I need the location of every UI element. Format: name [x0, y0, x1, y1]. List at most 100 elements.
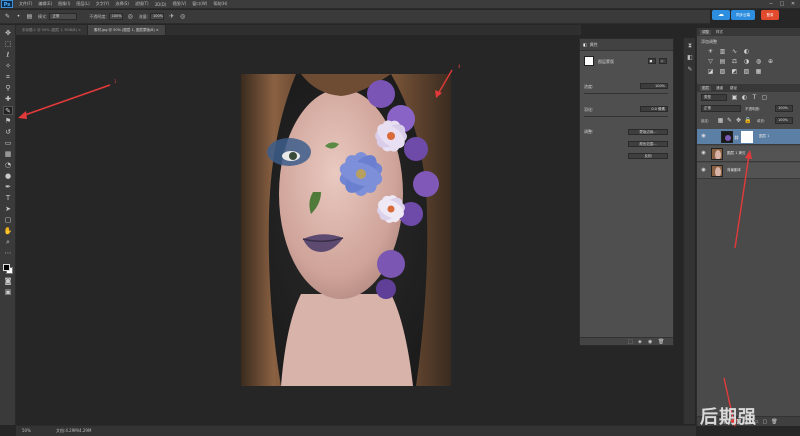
density-slider[interactable] [584, 93, 668, 94]
hue-saturation-icon[interactable]: ▤ [719, 58, 726, 65]
brightness-icon[interactable]: ☀ [707, 48, 714, 55]
eraser-tool-icon[interactable]: ▭ [3, 139, 13, 148]
tab-styles[interactable]: 样式 [714, 30, 725, 35]
layer-name[interactable]: 图层 1 拷贝 [727, 151, 745, 156]
brush-panel-icon[interactable]: ▤ [26, 13, 33, 20]
mode-select[interactable]: 正常 [49, 13, 78, 20]
tab-paths[interactable]: 路径 [728, 86, 739, 91]
zoom-tool-icon[interactable]: ⌕ [3, 238, 13, 247]
visibility-eye-icon[interactable]: ◉ [700, 133, 707, 140]
screen-mode-icon[interactable]: ▣ [3, 288, 13, 297]
lock-position-icon[interactable]: ✥ [735, 117, 742, 124]
visibility-icon[interactable]: ◉ [648, 339, 652, 345]
gradient-map-icon[interactable]: ▦ [755, 68, 762, 75]
black-white-icon[interactable]: ◑ [743, 58, 750, 65]
layer-row[interactable]: ◉ ⛓ 图层 1 [697, 129, 800, 145]
zoom-level[interactable]: 50% [22, 428, 31, 433]
menu-type[interactable]: 文字(Y) [96, 1, 110, 7]
clone-stamp-tool-icon[interactable]: ⚑ [3, 117, 13, 126]
foreground-color-swatch[interactable] [3, 264, 10, 271]
dodge-tool-icon[interactable]: ● [3, 172, 13, 181]
layer-name[interactable]: 图层 1 [759, 134, 769, 139]
layer-opacity-input[interactable]: 100% [775, 105, 793, 112]
close-button[interactable]: ✕ [789, 1, 797, 7]
move-tool-icon[interactable]: ✥ [3, 29, 13, 38]
layer-name[interactable]: 背景副本 [727, 168, 741, 173]
healing-brush-tool-icon[interactable]: ✚ [3, 95, 13, 104]
vibrance-icon[interactable]: ▽ [707, 58, 714, 65]
path-select-tool-icon[interactable]: ➤ [3, 205, 13, 214]
brush-panel-icon[interactable]: ✎ [686, 66, 694, 74]
lock-pixels-icon[interactable]: ▦ [717, 117, 724, 124]
filter-shape-icon[interactable]: ▢ [761, 94, 768, 101]
history-panel-icon[interactable]: ⧗ [686, 42, 694, 50]
fill-input[interactable]: 100% [775, 117, 793, 124]
menu-filter[interactable]: 滤镜(T) [135, 1, 149, 7]
layer-row[interactable]: ◉ 背景副本 [697, 163, 800, 179]
brush-tool-icon[interactable]: ✎ [3, 106, 13, 115]
sync-cloud-button[interactable]: 同步云端 [731, 10, 755, 20]
cloud-icon[interactable]: ☁ [712, 10, 730, 20]
levels-icon[interactable]: ▥ [719, 48, 726, 55]
brush-size-picker-icon[interactable]: • [15, 13, 22, 20]
visibility-eye-icon[interactable]: ◉ [700, 150, 707, 157]
mask-edge-button[interactable]: 蒙版边缘... [628, 129, 668, 135]
feather-input[interactable]: 0.0 像素 [640, 106, 668, 112]
pressure-size-icon[interactable]: ◎ [179, 13, 186, 20]
invert-button[interactable]: 反相 [628, 153, 668, 159]
eyedropper-tool-icon[interactable]: ⚲ [3, 84, 13, 93]
invert-adjust-icon[interactable]: ◪ [707, 68, 714, 75]
shape-tool-icon[interactable]: ▢ [3, 216, 13, 225]
menu-edit[interactable]: 编辑(E) [38, 1, 52, 7]
marquee-tool-icon[interactable]: ⬚ [3, 40, 13, 49]
pen-tool-icon[interactable]: ✒ [3, 183, 13, 192]
filter-pixel-icon[interactable]: ▣ [731, 94, 738, 101]
menu-image[interactable]: 图像(I) [58, 1, 70, 7]
tab-untitled[interactable]: 未标题-1 @ 50% (图层 1, RGB/8) × [16, 25, 88, 35]
exposure-icon[interactable]: ◐ [743, 48, 750, 55]
hand-tool-icon[interactable]: ✋ [3, 227, 13, 236]
tab-channels[interactable]: 通道 [714, 86, 725, 91]
threshold-icon[interactable]: ◩ [731, 68, 738, 75]
menu-layer[interactable]: 图层(L) [76, 1, 89, 7]
flow-input[interactable]: 100% [150, 13, 165, 20]
menu-select[interactable]: 选择(S) [115, 1, 129, 7]
menu-view[interactable]: 视图(V) [172, 1, 186, 7]
visibility-eye-icon[interactable]: ◉ [700, 167, 707, 174]
menu-3d[interactable]: 3D(D) [155, 2, 167, 7]
type-tool-icon[interactable]: T [3, 194, 13, 203]
properties-panel-icon[interactable]: ◧ [686, 54, 694, 62]
crop-tool-icon[interactable]: ⌗ [3, 73, 13, 82]
blend-mode-select[interactable]: 正常 [701, 105, 741, 112]
selective-color-icon[interactable]: ▧ [743, 68, 750, 75]
quick-mask-icon[interactable]: ◙ [3, 277, 13, 286]
tab-layers[interactable]: 图层 [700, 85, 711, 91]
layer-kind-filter[interactable]: 类型 [701, 94, 727, 101]
brush-preset-icon[interactable]: ✎ [4, 13, 11, 20]
channel-mixer-icon[interactable]: ⊕ [767, 58, 774, 65]
quick-select-tool-icon[interactable]: ✧ [3, 62, 13, 71]
blur-tool-icon[interactable]: ◔ [3, 161, 13, 170]
menu-window[interactable]: 窗口(W) [192, 1, 207, 7]
history-brush-tool-icon[interactable]: ↺ [3, 128, 13, 137]
minimize-button[interactable]: ─ [767, 1, 775, 7]
vector-mask-button[interactable]: ◇ [659, 58, 667, 64]
pressure-opacity-icon[interactable]: ◎ [127, 13, 134, 20]
tab-source[interactable]: 素材.jpg @ 50% (图层 1, 图层蒙版/8) × [87, 25, 166, 35]
login-button[interactable]: 登录 [761, 10, 779, 20]
airbrush-icon[interactable]: ✈ [168, 13, 175, 20]
layer-mask-thumbnail[interactable] [741, 131, 753, 143]
lock-paint-icon[interactable]: ✎ [726, 117, 733, 124]
layer-row[interactable]: ◉ 图层 1 拷贝 [697, 146, 800, 162]
menu-file[interactable]: 文件(F) [19, 1, 32, 7]
lock-all-icon[interactable]: 🔒 [744, 117, 751, 124]
opacity-input[interactable]: 100% [108, 13, 123, 20]
load-selection-icon[interactable]: ⬚ [628, 339, 633, 345]
color-range-button[interactable]: 颜色范围... [628, 141, 668, 147]
delete-mask-icon[interactable]: 🗑 [658, 339, 664, 345]
maximize-button[interactable]: □ [778, 1, 786, 7]
apply-mask-icon[interactable]: ◈ [638, 339, 642, 345]
lasso-tool-icon[interactable]: ℓ [3, 51, 13, 60]
filter-type-icon[interactable]: T [751, 94, 758, 101]
feather-slider[interactable] [584, 116, 668, 117]
